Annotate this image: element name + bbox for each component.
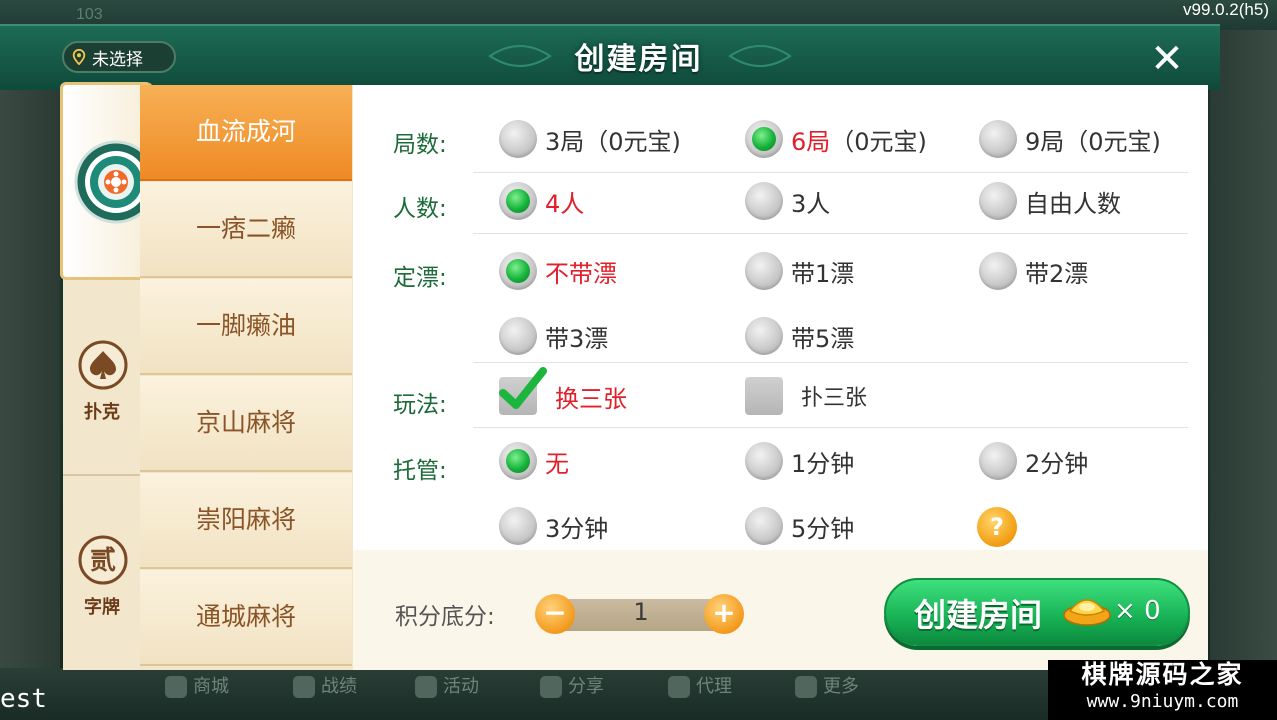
divider [473,427,1188,428]
location-pin-icon [72,49,86,65]
play-label: 玩法: [393,392,447,418]
radio-icon [499,120,537,158]
minus-icon: − [543,596,567,629]
piao-option-3[interactable]: 带3漂 [499,317,608,355]
players-option-free[interactable]: 自由人数 [979,182,1121,220]
bottom-nav-share: 分享 [540,672,604,698]
help-icon[interactable]: ? [977,507,1017,547]
radio-icon [745,442,783,480]
rounds-option-9[interactable]: 9局（0元宝) [979,120,1161,158]
game-item-jingshan[interactable]: 京山麻将 [140,376,352,472]
divider [473,172,1188,173]
radio-selected-icon [499,442,537,480]
piao-option-2[interactable]: 带2漂 [979,252,1088,290]
divider [473,233,1188,234]
dialog-title: 创建房间 [574,42,703,77]
radio-icon [745,182,783,220]
bottom-nav-more: 更多 [795,672,859,698]
play-option-huansanzhang[interactable]: 换三张 [499,367,627,415]
background-right [1210,30,1277,670]
watermark: 棋牌源码之家 www.9niuym.com [1048,660,1277,720]
location-label: 未选择 [92,49,143,70]
agent-icon [668,676,690,698]
auto-option-none[interactable]: 无 [499,442,569,480]
category-label-zipai: 字牌 [84,597,120,618]
score-value: 1 [633,598,649,626]
category-label-poker: 扑克 [84,402,120,423]
location-selector[interactable]: 未选择 [62,41,176,73]
score-decrease-button[interactable]: − [535,594,575,634]
radio-selected-icon [499,182,537,220]
game-item-chongyang[interactable]: 崇阳麻将 [140,473,352,569]
rounds-option-3[interactable]: 3局（0元宝) [499,120,681,158]
rounds-label: 局数: [393,132,447,158]
game-item-yijiaolaiyou[interactable]: 一脚癞油 [140,279,352,375]
checkbox-icon [745,377,783,415]
bottom-nav-record: 战绩 [293,672,357,698]
activity-icon [415,676,437,698]
radio-icon [745,252,783,290]
piao-option-none[interactable]: 不带漂 [499,252,617,290]
radio-selected-icon [745,120,783,158]
bottom-nav-activity: 活动 [415,672,479,698]
auto-option-5min[interactable]: 5分钟 [745,507,854,545]
radio-selected-icon [499,252,537,290]
piao-option-1[interactable]: 带1漂 [745,252,854,290]
play-option-pusanzhang[interactable]: 扑三张 [745,377,867,415]
radio-icon [499,507,537,545]
auto-option-1min[interactable]: 1分钟 [745,442,854,480]
er-badge-icon: 贰 [78,535,128,585]
shop-icon [165,676,187,698]
auto-option-3min[interactable]: 3分钟 [499,507,608,545]
background-username: est [0,684,47,714]
players-option-4[interactable]: 4人 [499,182,584,220]
plus-icon: + [712,596,736,629]
radio-icon [979,182,1017,220]
score-increase-button[interactable]: + [704,594,744,634]
svg-text:贰: 贰 [90,546,116,576]
watermark-url: www.9niuym.com [1086,691,1239,712]
bottom-nav-agent: 代理 [668,672,732,698]
radio-icon [979,442,1017,480]
game-item-tongcheng[interactable]: 通城麻将 [140,570,352,666]
radio-icon [745,507,783,545]
auto-option-2min[interactable]: 2分钟 [979,442,1088,480]
checkbox-checked-icon [499,367,547,415]
players-label: 人数: [393,196,447,222]
radio-icon [979,120,1017,158]
radio-icon [499,317,537,355]
background-left [0,30,60,670]
piao-option-5[interactable]: 带5漂 [745,317,854,355]
radio-icon [745,317,783,355]
record-icon [293,676,315,698]
version-label: v99.0.2(h5) [1183,0,1269,19]
background-gold-count: 103 [76,6,103,23]
spade-icon [78,340,128,390]
gold-ingot-icon [1063,599,1111,626]
rounds-option-6[interactable]: 6局 （0元宝) [745,120,927,158]
bottom-nav-shop: 商城 [165,672,229,698]
create-room-label: 创建房间 [914,596,1043,634]
close-icon: ✕ [1150,36,1184,82]
game-item-yipiersai[interactable]: 一痞二癞 [140,182,352,278]
watermark-title: 棋牌源码之家 [1081,660,1244,689]
piao-label: 定漂: [393,265,447,291]
more-icon [795,676,817,698]
close-button[interactable]: ✕ [1148,39,1186,79]
radio-icon [979,252,1017,290]
divider [473,362,1188,363]
create-room-cost: × 0 [1114,596,1161,626]
score-label: 积分底分: [395,604,495,630]
auto-label: 托管: [393,458,447,484]
share-icon [540,676,562,698]
game-item-xueliuchenghe[interactable]: 血流成河 [140,85,352,181]
players-option-3[interactable]: 3人 [745,182,830,220]
